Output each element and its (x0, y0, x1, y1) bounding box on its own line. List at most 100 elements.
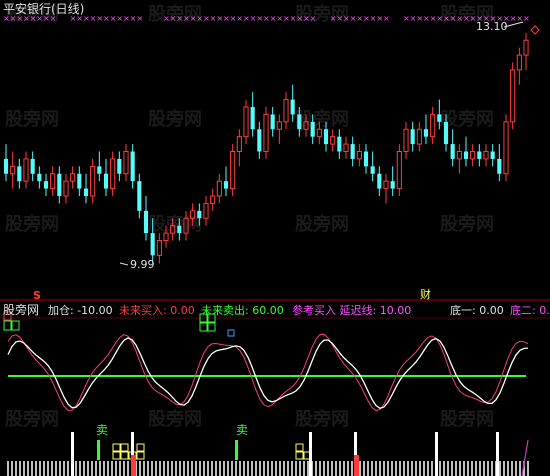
candle-body (57, 173, 62, 196)
candle-body (516, 54, 522, 71)
candle-body (70, 173, 76, 182)
candle-body (350, 144, 355, 159)
marker-s: S (33, 289, 41, 302)
candle-body (423, 129, 429, 137)
candle-body (3, 158, 9, 174)
sell-spike (235, 440, 238, 460)
candle-body (323, 129, 329, 145)
candle-body (390, 181, 395, 189)
candle-body (243, 106, 249, 138)
candle-body (463, 151, 469, 159)
candle-body (97, 166, 102, 174)
candle-body (210, 195, 216, 204)
candle-body (283, 99, 289, 123)
candle-body (63, 180, 69, 197)
candle-body (510, 69, 516, 123)
candle-body (490, 151, 495, 159)
candle-body (103, 173, 109, 189)
candle-body (17, 166, 22, 182)
red-oscillator (7, 333, 529, 412)
candle-body (483, 151, 489, 160)
candle-body (270, 114, 275, 130)
high-price-label: 13.10 (476, 20, 508, 33)
candle-body (396, 151, 402, 190)
grid-box (295, 443, 304, 452)
signal-box (11, 320, 20, 331)
candle-body (203, 202, 209, 219)
candle-body (257, 129, 262, 152)
x-marker: × (383, 14, 390, 23)
candle-body (276, 121, 282, 130)
candle-body (303, 121, 309, 130)
chart-title: 平安银行(日线) (3, 2, 85, 16)
candle-body (236, 136, 242, 153)
grid-box (112, 451, 121, 460)
candle-body (450, 144, 455, 159)
high-marker (530, 25, 540, 35)
candle-body (10, 165, 16, 175)
grid-box (136, 451, 145, 460)
cankao-mairu-value: 参考买入 延迟线: 10.00 (292, 304, 412, 317)
white-oscillator (7, 337, 529, 410)
x-marker: × (523, 14, 530, 23)
low-pointer (119, 262, 129, 266)
candle-body (190, 210, 196, 219)
candle-body (183, 217, 189, 234)
signal-box (199, 322, 208, 332)
candle-body (497, 158, 502, 174)
candle-body (137, 181, 142, 211)
candle-body (216, 180, 222, 197)
x-marker: × (310, 14, 317, 23)
grid-box (120, 443, 129, 452)
candle-body (223, 181, 229, 189)
grid-box (136, 443, 145, 452)
candle-body (383, 180, 389, 190)
candle-body (263, 113, 269, 152)
marker-cai: 财 (420, 288, 431, 301)
buy-spike (131, 455, 136, 476)
jiacang-value: 加仓: -10.00 (48, 304, 113, 317)
weilai-maichu-value: 未来卖出: 60.00 (201, 304, 284, 317)
grid-box (295, 451, 304, 460)
candle-body (90, 165, 96, 197)
signal-spike (71, 432, 74, 476)
candle-body (290, 99, 295, 115)
candle-body (37, 173, 42, 182)
candle-body (50, 173, 56, 190)
candle-body (197, 210, 202, 219)
candle-body (356, 151, 362, 160)
candle-body (30, 158, 35, 174)
sell-signal-label: 卖 (236, 423, 249, 437)
candle-body (456, 151, 462, 160)
candle-body (23, 158, 29, 182)
grid-box (120, 451, 129, 460)
candle-body (477, 151, 482, 159)
candle-body (330, 136, 336, 145)
signal-box (207, 322, 216, 332)
sell-signal-label: 卖 (96, 423, 109, 437)
candle-body (316, 128, 322, 138)
candle-body (416, 128, 422, 145)
candle-body (343, 143, 349, 152)
candle-body (143, 210, 149, 234)
candle-body (470, 151, 476, 160)
low-price-label: 9.99 (130, 258, 155, 271)
candle-body (150, 233, 155, 256)
candle-body (523, 39, 529, 56)
candle-body (230, 151, 236, 190)
candle-body (83, 188, 89, 196)
candle-body (130, 151, 135, 182)
candle-body (156, 240, 162, 256)
candle-body (250, 107, 255, 130)
di-yi-value: 底一: 0.00 (450, 304, 504, 317)
candle-body (337, 136, 342, 152)
buy-spike (354, 455, 359, 476)
signal-spike (309, 432, 312, 476)
stock-chart: × × × × × × × × × × × × × × × × × × × × × × × × × × × × × × × × × × × × × × × ×… (0, 14, 550, 476)
candle-body (117, 158, 122, 174)
candle-body (170, 225, 176, 234)
candle-body (77, 173, 82, 189)
candle-body (377, 173, 382, 189)
candle-body (43, 181, 49, 189)
signal-box (227, 329, 235, 337)
